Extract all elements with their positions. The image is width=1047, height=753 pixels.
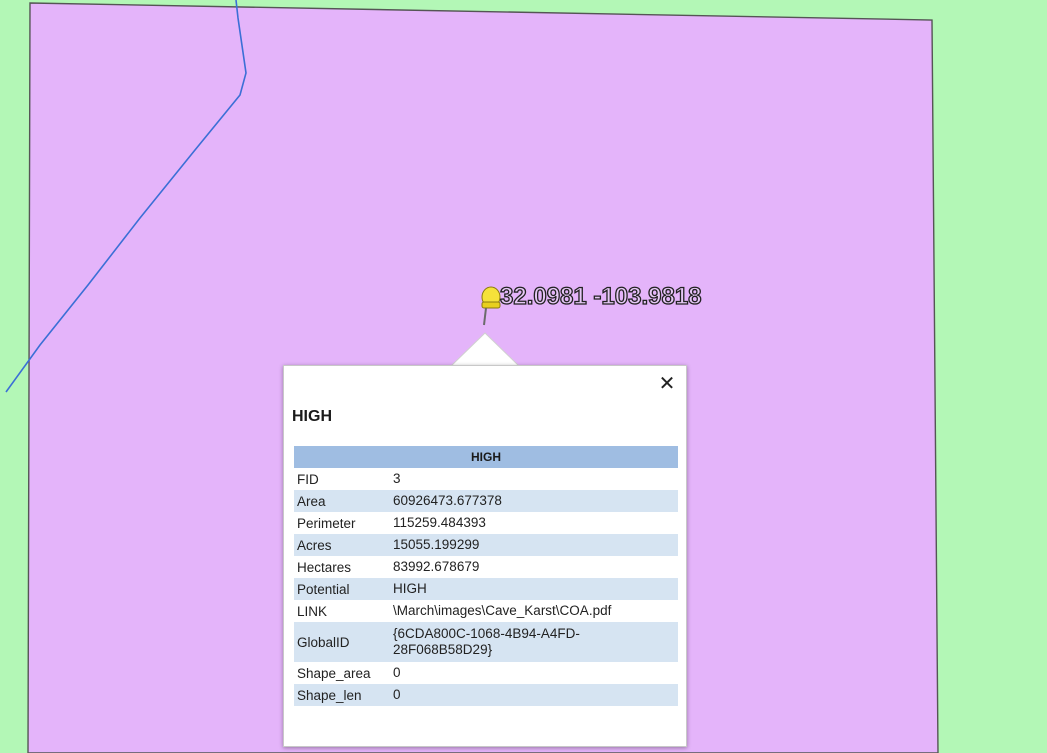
coordinate-label: 32.0981 -103.9818	[499, 282, 702, 310]
feature-popup: ✕ HIGH HIGH FID 3 Area 60926473.677378 P…	[283, 365, 687, 747]
attribute-value: 0	[393, 665, 401, 680]
table-row: Shape_area 0	[294, 662, 678, 684]
attribute-key: LINK	[297, 603, 328, 619]
attribute-key: Shape_area	[297, 665, 371, 681]
table-row: FID 3	[294, 468, 678, 490]
popup-pointer	[450, 332, 520, 367]
table-row: Potential HIGH	[294, 578, 678, 600]
attribute-value: 3	[393, 471, 401, 486]
popup-title: HIGH	[292, 408, 332, 425]
table-row: Hectares 83992.678679	[294, 556, 678, 578]
attribute-key: GlobalID	[294, 622, 390, 662]
table-row: LINK \March\images\Cave_Karst\COA.pdf	[294, 600, 678, 622]
attribute-table: HIGH FID 3 Area 60926473.677378 Perimete…	[294, 446, 678, 706]
attribute-table-header: HIGH	[294, 446, 678, 468]
table-row: GlobalID {6CDA800C-1068-4B94-A4FD-28F068…	[294, 622, 678, 662]
attribute-value: 0	[390, 684, 678, 706]
table-row: Acres 15055.199299	[294, 534, 678, 556]
attribute-value: 60926473.677378	[390, 490, 678, 512]
attribute-key: Perimeter	[297, 515, 356, 531]
attribute-key: Hectares	[297, 559, 352, 575]
attribute-key: Acres	[294, 534, 390, 556]
table-row: Perimeter 115259.484393	[294, 512, 678, 534]
table-row: Shape_len 0	[294, 684, 678, 706]
attribute-key: Shape_len	[294, 684, 390, 706]
table-row: Area 60926473.677378	[294, 490, 678, 512]
attribute-key: Area	[294, 490, 390, 512]
attribute-value: 115259.484393	[393, 515, 486, 530]
attribute-key: FID	[297, 471, 319, 487]
attribute-value: HIGH	[390, 578, 678, 600]
attribute-value: 83992.678679	[393, 559, 480, 574]
attribute-value: 15055.199299	[390, 534, 678, 556]
attribute-value: {6CDA800C-1068-4B94-A4FD-28F068B58D29}	[390, 622, 678, 662]
attribute-link[interactable]: \March\images\Cave_Karst\COA.pdf	[390, 600, 678, 622]
attribute-key: Potential	[294, 578, 390, 600]
close-icon[interactable]: ✕	[656, 372, 678, 394]
